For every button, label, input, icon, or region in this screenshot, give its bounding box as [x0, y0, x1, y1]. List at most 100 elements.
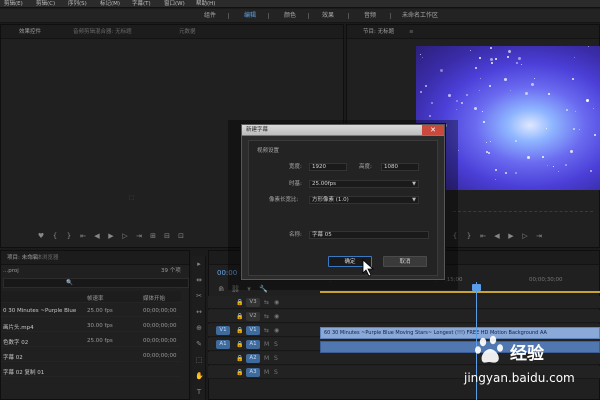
cancel-button[interactable]: 取消	[383, 256, 427, 267]
sync-icon[interactable]: ⇆	[264, 299, 269, 306]
work-area-bar[interactable]	[320, 291, 600, 293]
timebase-label: 时基:	[289, 181, 302, 187]
width-field[interactable]: 1920	[309, 163, 347, 171]
eye-icon[interactable]: ◉	[274, 327, 279, 334]
sync-icon[interactable]: ⇆	[264, 327, 269, 334]
mute-icon[interactable]: M	[264, 369, 269, 376]
export-frame-icon[interactable]: ⊡	[177, 231, 185, 241]
sparkle	[566, 109, 568, 111]
name-label: 名称:	[289, 232, 302, 238]
dialog-titlebar[interactable]: 新建字幕 ✕	[242, 125, 444, 136]
list-item[interactable]: 字幕 02 00;00;00;00	[1, 350, 181, 362]
tab-audio-clip-mixer[interactable]: 音频剪辑混合器: 无标题	[73, 29, 132, 36]
list-item[interactable]: 字幕 02 复制 01	[1, 365, 181, 377]
list-item[interactable]: 画片头.mp4 30.00 fps 00;00;00;00	[1, 320, 181, 332]
solo-icon[interactable]: S	[274, 369, 278, 376]
menu-item[interactable]: 剪辑(C)	[36, 0, 55, 8]
track-select-tool-icon[interactable]: ⇹	[195, 276, 203, 284]
track-label[interactable]: A2	[246, 354, 260, 363]
go-to-out-icon[interactable]: ⇥	[135, 231, 143, 241]
column-header-fps[interactable]: 帧速率	[87, 294, 104, 302]
height-field[interactable]: 1080	[381, 163, 419, 171]
playhead-handle[interactable]	[472, 284, 481, 291]
workspace-tab-audio[interactable]: 音频	[364, 11, 376, 21]
tab-metadata[interactable]: 元数据	[179, 29, 196, 36]
menu-item[interactable]: 标记(M)	[100, 0, 120, 8]
mute-icon[interactable]: M	[264, 341, 269, 348]
solo-icon[interactable]: S	[274, 341, 278, 348]
menu-item[interactable]: 帮助(H)	[196, 0, 215, 8]
track-v3[interactable]: 🔒 V3 ⇆ ◉	[208, 296, 600, 309]
mark-out-icon[interactable]: }	[65, 231, 73, 241]
type-tool-icon[interactable]: T	[195, 388, 203, 396]
mark-in-icon[interactable]: {	[51, 231, 59, 241]
workspace-tab-effects[interactable]: 效果	[322, 11, 334, 21]
menu-item[interactable]: 窗口(W)	[164, 0, 185, 8]
close-button[interactable]: ✕	[422, 125, 444, 135]
sync-icon[interactable]: ⇆	[264, 313, 269, 320]
track-v2[interactable]: 🔒 V2 ⇆ ◉	[208, 310, 600, 323]
mute-icon[interactable]: M	[264, 355, 269, 362]
tab-effect-controls[interactable]: 效果控件	[19, 29, 41, 36]
lock-icon[interactable]: 🔒	[236, 327, 243, 334]
step-forward-icon[interactable]: ▷	[521, 231, 529, 241]
go-to-in-icon[interactable]: ⇤	[79, 231, 87, 241]
step-forward-icon[interactable]: ▷	[121, 231, 129, 241]
razor-tool-icon[interactable]: ✂	[195, 292, 203, 300]
go-to-out-icon[interactable]: ⇥	[535, 231, 543, 241]
lock-icon[interactable]: 🔒	[236, 299, 243, 306]
sparkle	[579, 129, 580, 130]
slip-tool-icon[interactable]: ⊕	[195, 324, 203, 332]
overwrite-icon[interactable]: ⊟	[163, 231, 171, 241]
column-header-media-start[interactable]: 媒体开始	[143, 294, 165, 302]
timebase-dropdown[interactable]: 25.00fps ▼	[309, 180, 419, 188]
play-icon[interactable]: ▶	[507, 231, 515, 241]
rectangle-tool-icon[interactable]: ⬚	[195, 356, 203, 364]
pixel-aspect-dropdown[interactable]: 方形像素 (1.0) ▼	[309, 196, 419, 204]
list-item[interactable]: 0 30 Minutes ~Purple Blue 25.00 fps 00;0…	[1, 305, 181, 317]
workspace-tab-editing[interactable]: 编辑	[244, 11, 256, 21]
menu-icon[interactable]: ≡	[409, 29, 414, 36]
snap-icon[interactable]: ⋒	[217, 284, 225, 294]
track-label[interactable]: V3	[246, 298, 260, 307]
source-patch-a1[interactable]: A1	[216, 340, 230, 349]
lock-icon[interactable]: 🔒	[236, 369, 243, 376]
item-start: 00;00;00;00	[143, 308, 177, 314]
workspace-tab-untitled[interactable]: 未命名工作区	[402, 11, 438, 21]
marker-icon[interactable]: ♥	[37, 231, 45, 241]
name-input[interactable]: 字幕 05	[309, 231, 429, 239]
menu-item[interactable]: 序列(S)	[68, 0, 87, 8]
tab-media-browser[interactable]: 媒体浏览器	[31, 255, 59, 262]
hand-tool-icon[interactable]: ✋	[195, 372, 204, 380]
ripple-tool-icon[interactable]: ↔	[195, 308, 203, 316]
mark-out-icon[interactable]: }	[465, 231, 473, 241]
workspace-tab-assembly[interactable]: 组件	[204, 11, 216, 21]
lock-icon[interactable]: 🔒	[236, 341, 243, 348]
insert-icon[interactable]: ⊞	[149, 231, 157, 241]
workspace-tab-color[interactable]: 颜色	[284, 11, 296, 21]
play-icon[interactable]: ▶	[107, 231, 115, 241]
step-back-icon[interactable]: ◀	[493, 231, 501, 241]
tab-program[interactable]: 节目: 无标题	[363, 29, 394, 36]
frame-placeholder-icon: ⬚	[129, 195, 135, 201]
menu-item[interactable]: 字幕(T)	[132, 0, 151, 8]
program-scrubber[interactable]	[453, 211, 593, 216]
item-name: 字幕 02	[3, 355, 23, 361]
track-label[interactable]: V2	[246, 312, 260, 321]
track-label[interactable]: V1	[246, 326, 260, 335]
pen-tool-icon[interactable]: ✎	[195, 340, 203, 348]
list-item[interactable]: 色数字 02 25.00 fps 00;00;00;00	[1, 335, 181, 347]
eye-icon[interactable]: ◉	[274, 313, 279, 320]
track-label[interactable]: A1	[246, 340, 260, 349]
search-input[interactable]: 🔍	[3, 278, 189, 288]
menu-item[interactable]: 剪辑(E)	[4, 0, 23, 8]
source-patch-v1[interactable]: V1	[216, 326, 230, 335]
eye-icon[interactable]: ◉	[274, 299, 279, 306]
step-back-icon[interactable]: ◀	[93, 231, 101, 241]
lock-icon[interactable]: 🔒	[236, 355, 243, 362]
go-to-in-icon[interactable]: ⇤	[479, 231, 487, 241]
lock-icon[interactable]: 🔒	[236, 313, 243, 320]
solo-icon[interactable]: S	[274, 355, 278, 362]
track-label[interactable]: A3	[246, 368, 260, 377]
selection-tool-icon[interactable]: ▸	[195, 260, 203, 268]
